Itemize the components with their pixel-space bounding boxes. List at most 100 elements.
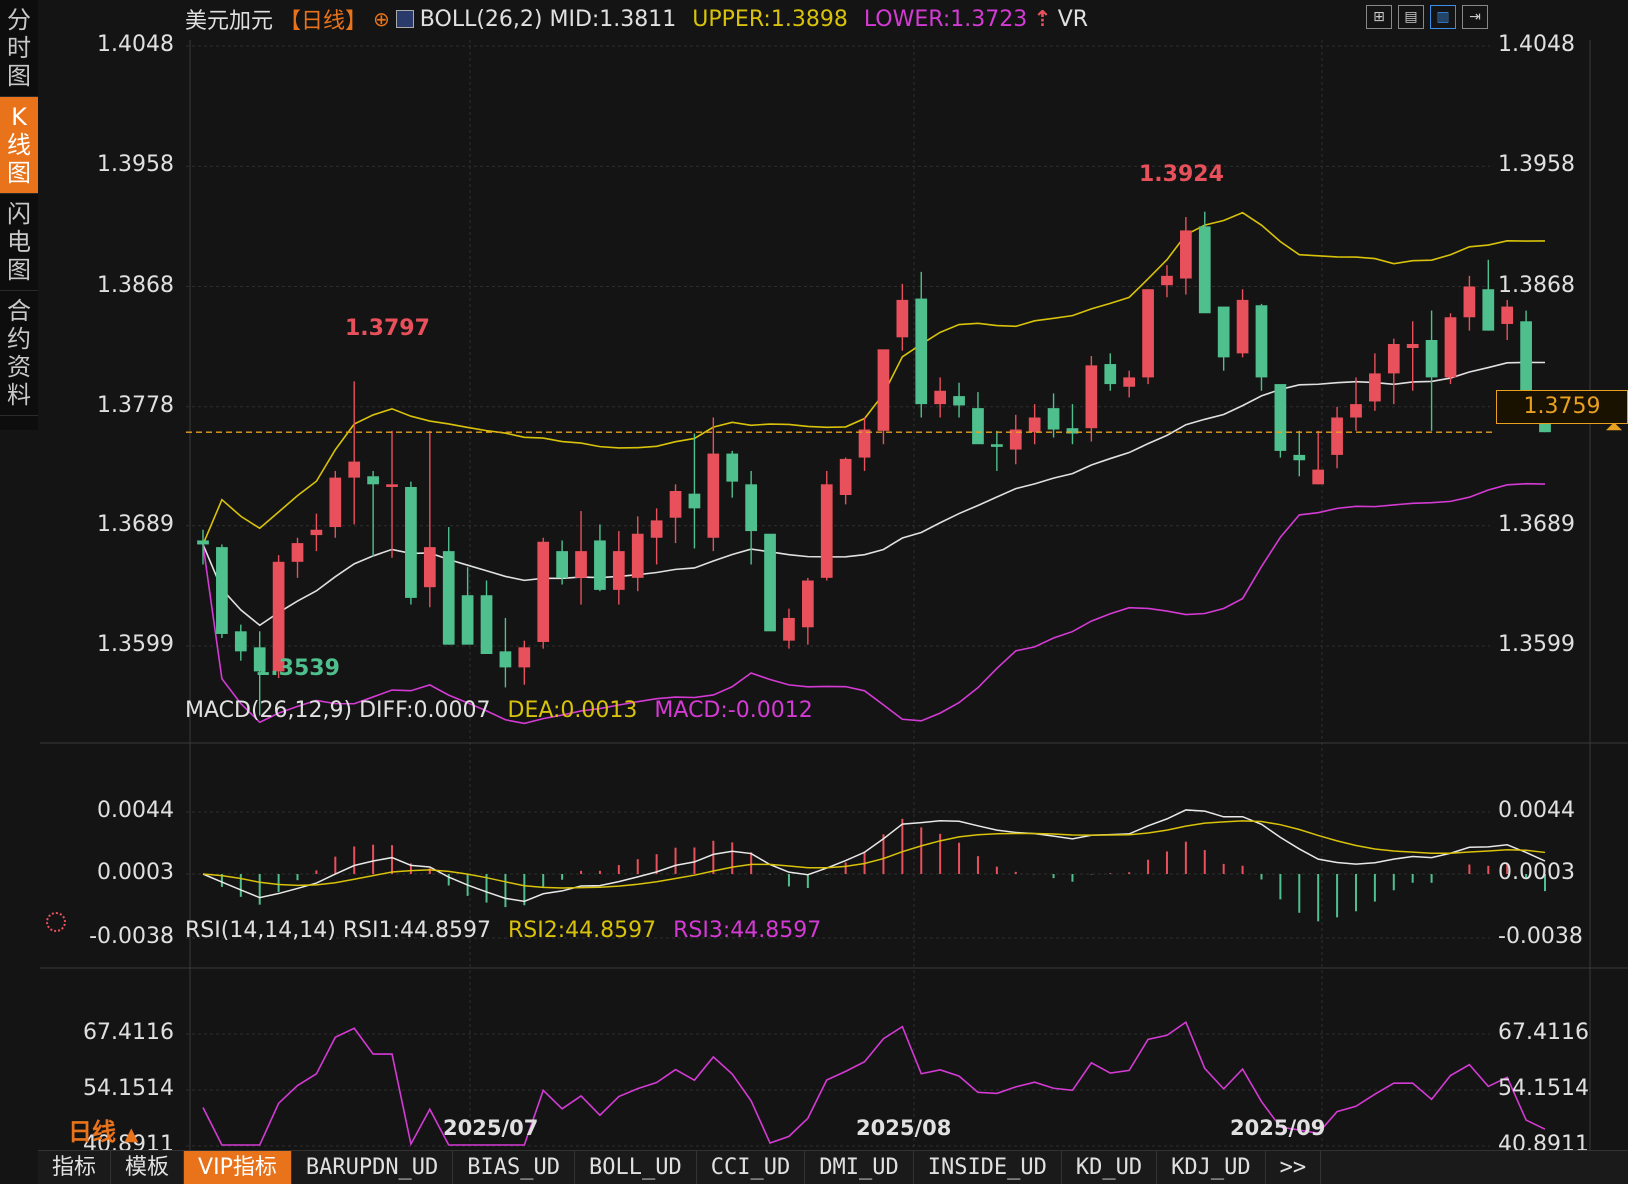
price-tick-left-4: 1.3689 xyxy=(97,511,174,537)
bottom-tab-4[interactable]: BIAS_UD xyxy=(453,1151,576,1184)
candle-body xyxy=(934,390,947,405)
candle-body xyxy=(1406,343,1419,349)
macd-diff: DIFF:0.0007 xyxy=(359,698,491,723)
candle-body xyxy=(783,617,795,641)
period-selector-label: 日线 xyxy=(68,1118,116,1146)
macd-dea: DEA:0.0013 xyxy=(507,698,638,723)
candle-body xyxy=(423,547,436,588)
boll-mid-line xyxy=(202,361,1546,627)
price-tick-right-0: 1.4048 xyxy=(1498,32,1575,57)
candle-body xyxy=(367,476,379,485)
candle-body xyxy=(801,580,814,628)
candle-body xyxy=(972,408,984,445)
candle-body xyxy=(594,540,606,590)
candle-body xyxy=(707,453,720,538)
candle-body xyxy=(1161,275,1173,286)
bottom-tab-8[interactable]: INSIDE_UD xyxy=(914,1151,1062,1184)
price-tick-left-3: 1.3778 xyxy=(97,392,174,418)
candle-body xyxy=(820,484,833,578)
macd-tick-right-2: -0.0038 xyxy=(1498,924,1583,949)
candle-body xyxy=(272,561,285,672)
candle-body xyxy=(1217,306,1230,358)
candle-body xyxy=(1463,286,1476,318)
candle-body xyxy=(688,493,701,509)
candle-body xyxy=(726,453,739,482)
macd-name: MACD(26,12,9) xyxy=(185,698,353,723)
price-tick-left-1: 1.3958 xyxy=(97,152,174,178)
candle-body xyxy=(1180,230,1192,279)
candle-body xyxy=(1047,408,1060,430)
trading-window: 分时图K线图闪电图合约资料 美元加元 【日线】 ⊕ BOLL(26,2) MID… xyxy=(0,0,1628,1184)
candle-body xyxy=(953,396,965,406)
bottom-tab-5[interactable]: BOLL_UD xyxy=(575,1151,697,1184)
bottom-tab-11[interactable]: >> xyxy=(1266,1151,1322,1184)
macd-tick-left-1: 0.0003 xyxy=(97,860,174,885)
candle-body xyxy=(877,349,890,431)
price-tick-left-5: 1.3599 xyxy=(97,632,174,657)
rsi-tick-right-1: 54.1514 xyxy=(1498,1076,1589,1101)
price-tick-left-0: 1.4048 xyxy=(97,32,174,57)
bottom-tab-2[interactable]: VIP指标 xyxy=(184,1151,292,1184)
bottom-tab-3[interactable]: BARUPDN_UD xyxy=(292,1151,454,1184)
candle-body xyxy=(405,486,417,598)
candle-body xyxy=(1142,289,1154,378)
bottom-tab-6[interactable]: CCI_UD xyxy=(697,1151,806,1184)
candle-body xyxy=(499,651,512,668)
boll-lower-line xyxy=(202,482,1546,725)
rsi3-value: RSI3:44.8597 xyxy=(673,918,822,943)
candle-body xyxy=(1482,289,1495,331)
candle-body xyxy=(1293,454,1306,461)
settings-icon[interactable] xyxy=(46,912,66,932)
candle-body xyxy=(197,540,209,545)
triangle-up-icon: ▲ xyxy=(124,1124,139,1145)
price-tick-right-5: 1.3599 xyxy=(1498,632,1575,657)
candle-body xyxy=(291,543,304,562)
macd-dea-line xyxy=(202,820,1546,889)
chart-canvas[interactable] xyxy=(0,0,1628,1150)
candle-body xyxy=(764,533,776,632)
bottom-tab-0[interactable]: 指标 xyxy=(38,1151,112,1184)
candle-body xyxy=(348,461,361,478)
date-label-aug: 2025/08 xyxy=(856,1116,952,1140)
candle-body xyxy=(1123,377,1136,387)
candle-body xyxy=(461,595,474,645)
candle-body xyxy=(1369,373,1381,402)
candle-body xyxy=(1331,417,1343,455)
candle-body xyxy=(480,595,493,655)
rsi-title: RSI(14,14,14) RSI1:44.8597 RSI2:44.8597 … xyxy=(185,918,821,943)
candle-body xyxy=(1104,364,1117,385)
high-price-label: 1.3924 xyxy=(1139,162,1224,187)
candle-body xyxy=(745,484,758,532)
bottom-tab-7[interactable]: DMI_UD xyxy=(805,1151,914,1184)
macd-diff-line xyxy=(202,809,1546,903)
rsi-tick-right-0: 67.4116 xyxy=(1498,1020,1589,1045)
candle-body xyxy=(1236,299,1249,354)
candle-body xyxy=(1028,417,1041,433)
bottom-tab-10[interactable]: KDJ_UD xyxy=(1157,1151,1266,1184)
candle-body xyxy=(896,299,909,338)
macd-tick-left-0: 0.0044 xyxy=(97,798,174,823)
candle-body xyxy=(234,631,247,652)
candle-body xyxy=(612,551,625,590)
candle-body xyxy=(329,477,342,528)
period-selector[interactable]: 日线 ▲ xyxy=(68,1112,138,1147)
candle-body xyxy=(442,551,455,645)
macd-tick-right-0: 0.0044 xyxy=(1498,798,1575,823)
candle-body xyxy=(518,647,531,668)
boll-upper-line xyxy=(202,211,1546,545)
macd-value: MACD:-0.0012 xyxy=(654,698,813,723)
date-label-jul: 2025/07 xyxy=(443,1116,539,1140)
candle-body xyxy=(1255,305,1268,378)
bottom-tab-9[interactable]: KD_UD xyxy=(1062,1151,1158,1184)
candle-body xyxy=(1444,317,1457,378)
candle-body xyxy=(858,429,871,458)
candle-body xyxy=(386,484,398,487)
bottom-tab-1[interactable]: 模板 xyxy=(111,1151,185,1184)
candle-body xyxy=(575,551,587,578)
candle-body xyxy=(669,490,682,518)
mid-high-price-label: 1.3797 xyxy=(345,316,430,341)
indicator-tab-bar: 指标 模板 VIP指标 BARUPDN_UD BIAS_UD BOLL_UD CCI_UD D… xyxy=(38,1150,1628,1184)
candle-body xyxy=(1387,343,1400,374)
rsi-name: RSI(14,14,14) xyxy=(185,918,336,943)
candle-body xyxy=(1085,365,1098,429)
